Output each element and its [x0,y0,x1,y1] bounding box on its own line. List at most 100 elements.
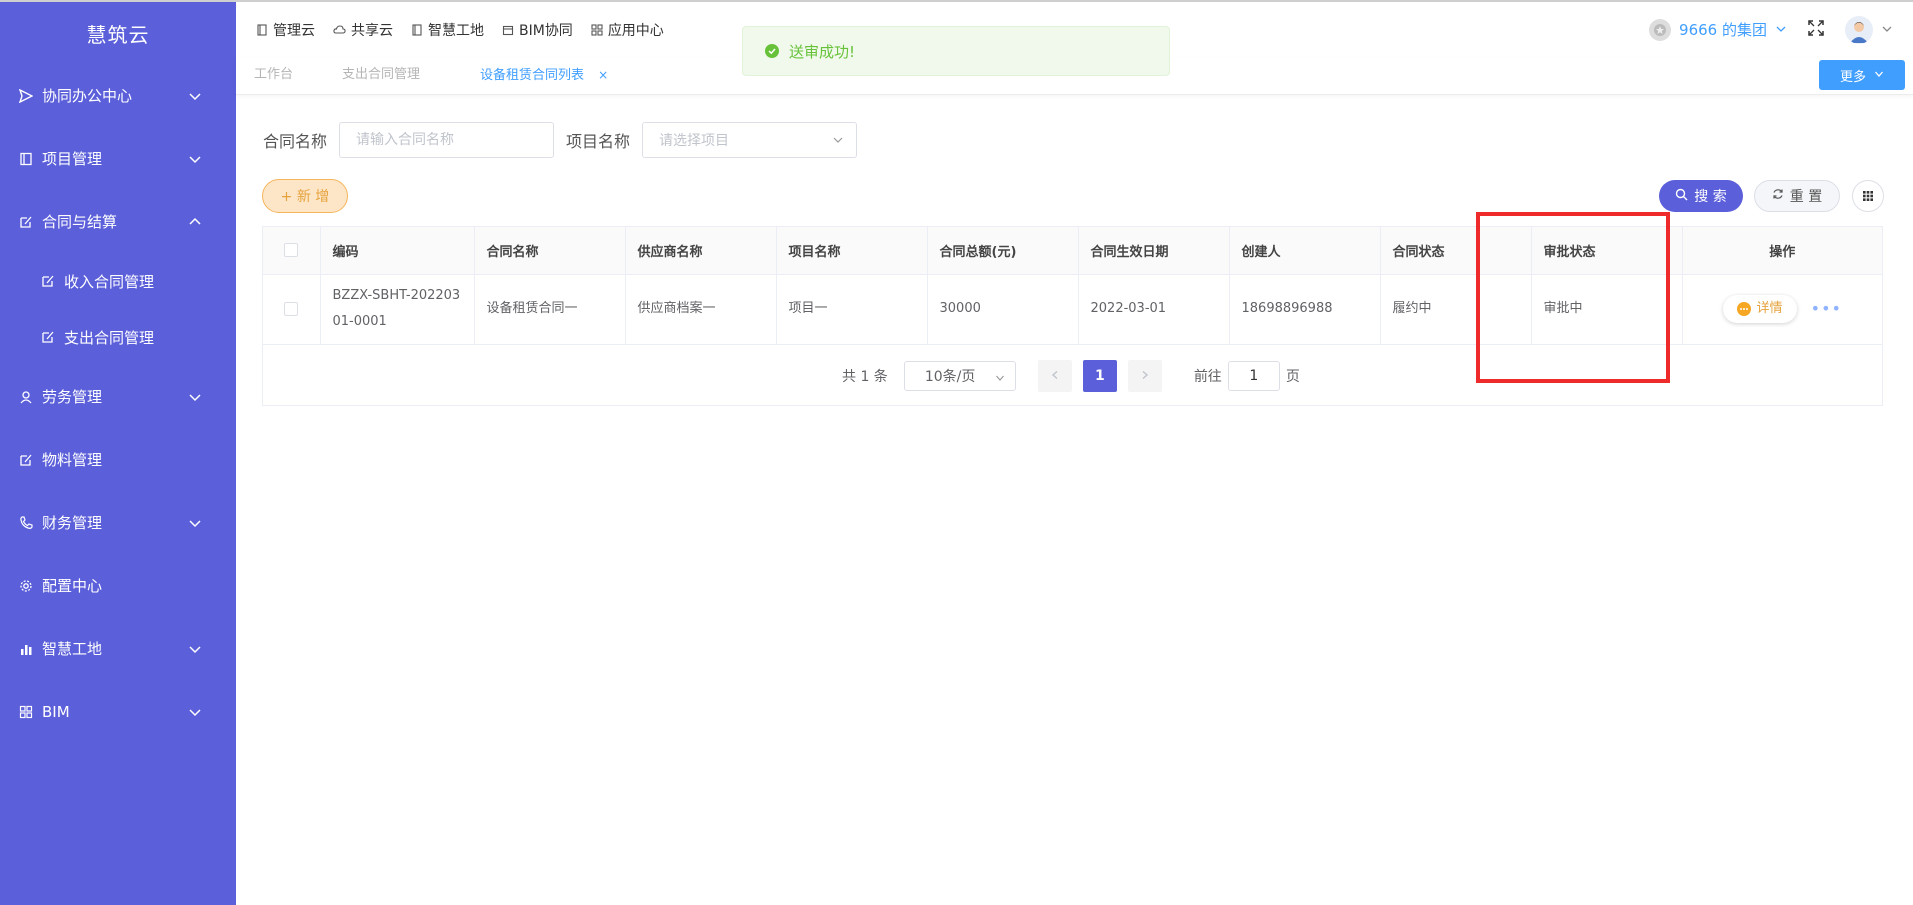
header-select-all [263,227,321,275]
tab-equipment-lease-list[interactable]: 设备租赁合同列表 × [480,57,608,93]
column-header: 合同生效日期 [1078,227,1230,275]
top-menu-management-cloud[interactable]: 管理云 [256,20,315,40]
sidebar-item-label: 合同与结算 [42,213,118,231]
top-menu-bim-collab[interactable]: BIM协同 [502,20,573,40]
sidebar-item-label: 支出合同管理 [64,328,155,347]
cloud-icon [333,24,346,36]
reset-button-label: 重 置 [1789,189,1823,205]
sidebar-item-label: BIM [42,702,70,721]
send-icon [18,88,34,104]
top-menu-label: 管理云 [273,22,315,39]
detail-button[interactable]: 详情 [1722,295,1797,323]
sidebar-item-config-center[interactable]: 配置中心 [0,554,236,617]
chevron-down-icon [1775,21,1787,39]
pagination-total: 共 1 条 [842,369,888,385]
column-header: 操作 [1682,227,1882,275]
column-settings-button[interactable] [1852,180,1884,212]
column-header: 编码 [320,227,475,275]
project-name-label: 项目名称 [566,132,631,151]
sidebar-item-collab-office[interactable]: 协同办公中心 [0,64,236,127]
org-switcher[interactable]: 9666 的集团 [1649,18,1787,41]
top-menu-label: 应用中心 [607,22,664,39]
column-header: 项目名称 [776,227,928,275]
check-circle-icon [765,44,779,58]
search-icon [1675,188,1688,205]
detail-button-label: 详情 [1756,301,1783,316]
sidebar-item-finance-management[interactable]: 财务管理 [0,491,236,554]
tab-workbench[interactable]: 工作台 [254,57,293,93]
bar-chart-icon [18,641,34,657]
more-button[interactable]: 更多 [1819,60,1905,90]
tab-expense-contract[interactable]: 支出合同管理 [342,57,420,93]
close-icon[interactable]: × [598,68,608,82]
cell-amount: 30000 [927,274,1079,345]
column-header: 合同名称 [474,227,626,275]
cell-effective-date: 2022-03-01 [1078,274,1230,345]
cell-code: BZZX-SBHT-20220301-0001 [320,274,475,345]
page-size-value: 10条/页 [924,369,976,385]
add-button[interactable]: + 新 增 [262,179,348,213]
wallet-icon [502,24,514,36]
pagination: 共 1 条 10条/页 1 前往 页 [842,360,1300,392]
contract-name-input[interactable] [339,122,555,158]
org-logo-icon [1649,18,1672,41]
cell-project: 项目一 [776,274,928,345]
chevron-down-icon [1874,68,1884,83]
sidebar-item-income-contract[interactable]: 收入合同管理 [0,253,236,309]
project-select-placeholder: 请选择项目 [659,133,730,149]
sidebar-item-label: 配置中心 [42,577,103,595]
search-button[interactable]: 搜 索 [1659,180,1743,212]
chevron-down-icon [832,134,844,150]
edit-icon [40,273,56,289]
prev-page-button[interactable] [1037,360,1072,392]
chevron-down-icon [1881,20,1893,39]
sidebar-item-contract-settlement[interactable]: 合同与结算 [0,190,236,253]
top-menu-label: 智慧工地 [428,22,484,39]
edit-icon [18,452,34,468]
select-all-checkbox[interactable] [284,243,299,258]
sidebar-item-material-management[interactable]: 物料管理 [0,428,236,491]
sidebar-item-label: 财务管理 [42,514,103,532]
tab-label: 设备租赁合同列表 [480,68,585,83]
sidebar-item-smart-site[interactable]: 智慧工地 [0,617,236,680]
grid-icon [18,704,34,720]
worker-icon [18,389,34,405]
user-menu[interactable] [1845,15,1893,44]
success-toast: 送审成功! [742,26,1170,76]
reset-button[interactable]: 重 置 [1754,180,1840,212]
chevron-down-icon [188,705,202,719]
org-name: 9666 的集团 [1679,21,1767,39]
chevron-down-icon [188,390,202,404]
goto-page-input[interactable] [1227,361,1280,391]
row-checkbox[interactable] [284,301,299,316]
page-number-current[interactable]: 1 [1082,360,1117,392]
table-row: BZZX-SBHT-20220301-0001 设备租赁合同一 供应商档案一 项… [263,274,1882,345]
next-page-button[interactable] [1127,360,1162,392]
top-menu-app-center[interactable]: 应用中心 [591,20,664,40]
sidebar-item-label: 协同办公中心 [42,87,133,105]
project-name-select[interactable]: 请选择项目 [642,122,858,158]
more-button-label: 更多 [1839,69,1866,85]
sidebar-item-labor-management[interactable]: 劳务管理 [0,365,236,428]
sidebar-item-label: 项目管理 [42,150,103,168]
top-menu-label: 共享云 [351,22,393,39]
top-menu-smart-site[interactable]: 智慧工地 [411,20,484,40]
sidebar-item-expense-contract[interactable]: 支出合同管理 [0,309,236,365]
brand-title: 慧筑云 [86,22,150,47]
avatar [1845,15,1873,44]
document-icon [411,23,423,36]
sidebar-item-project-management[interactable]: 项目管理 [0,127,236,190]
phone-icon [18,515,34,531]
more-actions-icon[interactable]: ••• [1811,296,1842,322]
chevron-down-icon [188,516,202,530]
sidebar-item-label: 物料管理 [42,451,103,469]
tab-label: 支出合同管理 [342,67,421,82]
goto-label: 前往 [1193,369,1222,385]
page-size-select[interactable]: 10条/页 [903,361,1016,391]
cell-actions: 详情 ••• [1682,274,1882,345]
top-menu-shared-cloud[interactable]: 共享云 [333,20,393,40]
chevron-down-icon [995,371,1005,387]
sidebar-item-bim[interactable]: BIM [0,680,236,743]
fullscreen-icon[interactable] [1807,19,1825,41]
top-menu-label: BIM协同 [519,22,573,39]
